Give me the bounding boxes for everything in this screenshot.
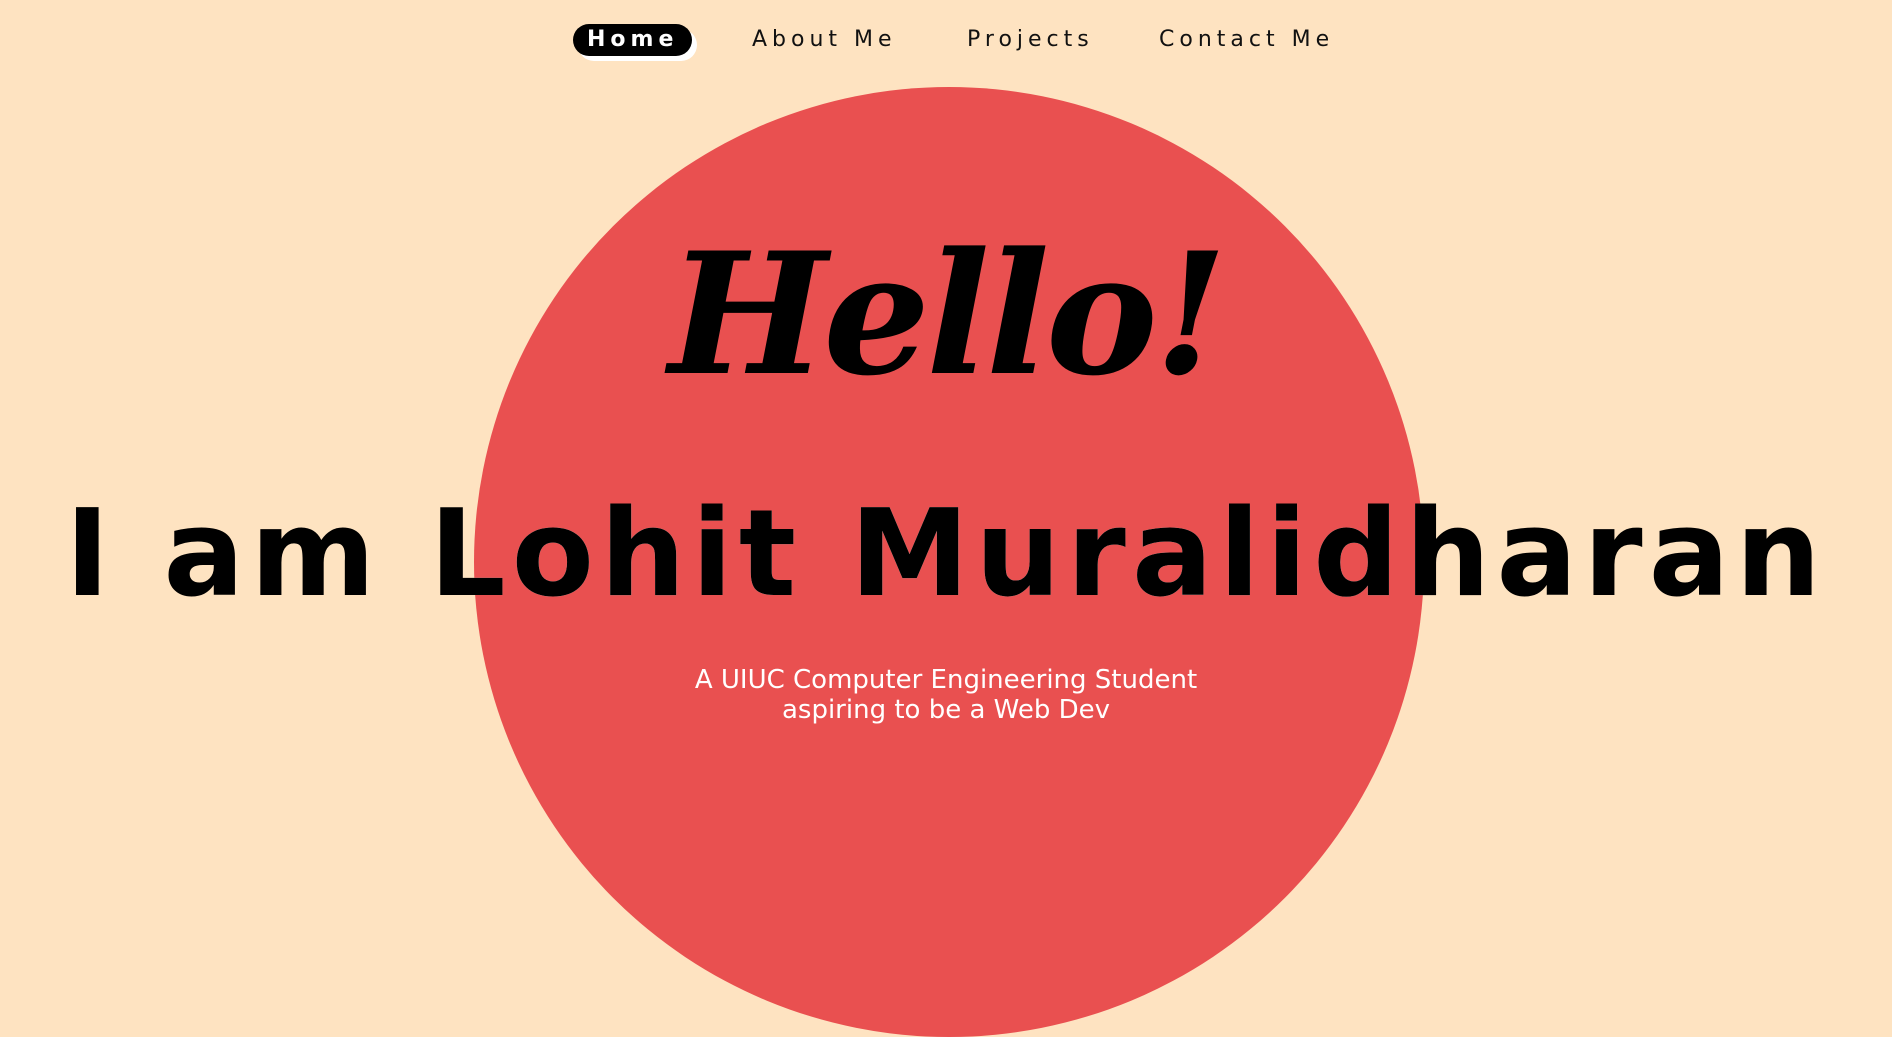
hero-subtitle-line-1: A UIUC Computer Engineering Student [694, 665, 1198, 695]
top-navigation: Home About Me Projects Contact Me [0, 24, 1892, 60]
nav-about-me-link[interactable]: About Me [752, 24, 897, 56]
nav-contact-me-link[interactable]: Contact Me [1159, 24, 1334, 56]
hero-subtitle: A UIUC Computer Engineering Student aspi… [0, 665, 1892, 725]
hero-name-heading: I am Lohit Muralidharan [65, 485, 1827, 624]
hero-greeting: Hello! [668, 215, 1227, 413]
nav-home-link[interactable]: Home [573, 24, 693, 56]
nav-projects-link[interactable]: Projects [967, 24, 1094, 56]
hero-subtitle-line-2: aspiring to be a Web Dev [781, 695, 1111, 725]
